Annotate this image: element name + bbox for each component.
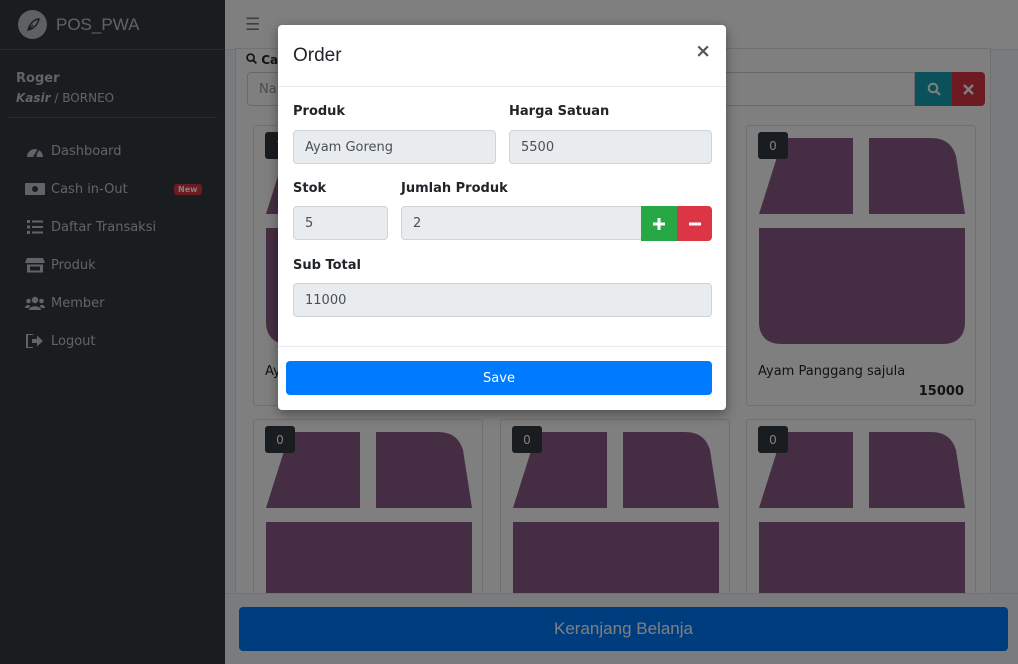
minus-icon <box>688 222 701 225</box>
produk-label: Produk <box>293 104 346 119</box>
harga-satuan-field[interactable]: 5500 <box>509 130 712 164</box>
modal-header: Order × <box>278 25 726 87</box>
jumlah-produk-field[interactable]: 2 <box>401 206 642 240</box>
order-modal: Order × Produk Ayam Goreng Harga Satuan … <box>278 25 726 410</box>
produk-value: Ayam Goreng <box>305 139 394 155</box>
harga-satuan-value: 5500 <box>521 139 555 155</box>
decrement-button[interactable] <box>677 206 712 241</box>
modal-footer: Save <box>278 346 726 410</box>
jumlah-produk-value: 2 <box>413 215 422 231</box>
sub-total-label: Sub Total <box>293 258 361 273</box>
stok-label: Stok <box>293 181 327 196</box>
plus-icon <box>653 217 665 230</box>
jumlah-produk-label: Jumlah Produk <box>401 181 508 196</box>
sub-total-field[interactable]: 11000 <box>293 283 712 317</box>
harga-satuan-label: Harga Satuan <box>509 104 610 119</box>
save-button[interactable]: Save <box>286 361 712 395</box>
sub-total-value: 11000 <box>305 292 347 308</box>
produk-field[interactable]: Ayam Goreng <box>293 130 496 164</box>
stok-value: 5 <box>305 215 314 231</box>
stok-field[interactable]: 5 <box>293 206 388 240</box>
close-icon[interactable]: × <box>695 42 711 61</box>
modal-title: Order <box>293 44 342 66</box>
increment-button[interactable] <box>641 206 677 241</box>
